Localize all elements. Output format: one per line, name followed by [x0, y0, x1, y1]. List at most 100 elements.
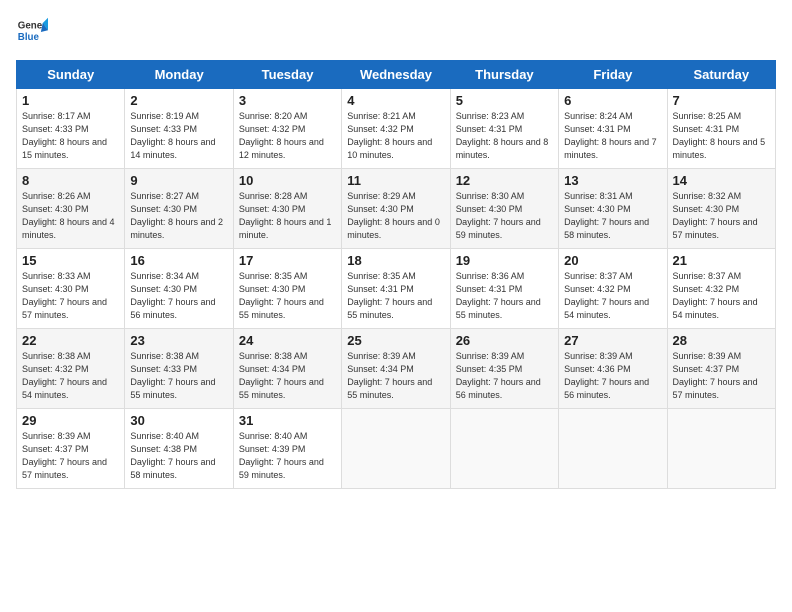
day-info: Sunrise: 8:37 AMSunset: 4:32 PMDaylight:… [673, 270, 770, 322]
day-number: 20 [564, 253, 661, 268]
day-number: 12 [456, 173, 553, 188]
calendar-cell: 8Sunrise: 8:26 AMSunset: 4:30 PMDaylight… [17, 169, 125, 249]
day-info: Sunrise: 8:40 AMSunset: 4:39 PMDaylight:… [239, 430, 336, 482]
calendar-cell: 19Sunrise: 8:36 AMSunset: 4:31 PMDayligh… [450, 249, 558, 329]
calendar-cell: 22 Sunrise: 8:38 AMSunset: 4:32 PMDayligh… [17, 329, 125, 409]
calendar-cell: 15 Sunrise: 8:33 AMSunset: 4:30 PMDayligh… [17, 249, 125, 329]
calendar-cell: 29Sunrise: 8:39 AMSunset: 4:37 PMDayligh… [17, 409, 125, 489]
day-info: Sunrise: 8:39 AMSunset: 4:36 PMDaylight:… [564, 350, 661, 402]
svg-text:Blue: Blue [18, 32, 40, 43]
day-number: 21 [673, 253, 770, 268]
calendar-cell: 25 Sunrise: 8:39 AMSunset: 4:34 PMDayligh… [342, 329, 450, 409]
day-number: 17 [239, 253, 336, 268]
calendar-cell: 24Sunrise: 8:38 AMSunset: 4:34 PMDayligh… [233, 329, 341, 409]
day-number: 23 [130, 333, 227, 348]
day-info: Sunrise: 8:39 AMSunset: 4:34 PMDaylight:… [347, 350, 444, 402]
day-info: Sunrise: 8:23 AMSunset: 4:31 PMDaylight:… [456, 110, 553, 162]
calendar-cell: 14 Sunrise: 8:32 AMSunset: 4:30 PMDayligh… [667, 169, 775, 249]
calendar-cell [450, 409, 558, 489]
day-number: 14 [673, 173, 770, 188]
day-number: 13 [564, 173, 661, 188]
calendar-week-1: 1 Sunrise: 8:17 AMSunset: 4:33 PMDaylight… [17, 89, 776, 169]
day-number: 28 [673, 333, 770, 348]
calendar-cell: 12Sunrise: 8:30 AMSunset: 4:30 PMDayligh… [450, 169, 558, 249]
calendar-cell: 11 Sunrise: 8:29 AMSunset: 4:30 PMDayligh… [342, 169, 450, 249]
calendar-cell [667, 409, 775, 489]
calendar-cell: 17 Sunrise: 8:35 AMSunset: 4:30 PMDayligh… [233, 249, 341, 329]
calendar-week-4: 22 Sunrise: 8:38 AMSunset: 4:32 PMDayligh… [17, 329, 776, 409]
logo: General Blue [16, 16, 48, 48]
day-info: Sunrise: 8:25 AMSunset: 4:31 PMDaylight:… [673, 110, 770, 162]
day-number: 4 [347, 93, 444, 108]
calendar-week-3: 15 Sunrise: 8:33 AMSunset: 4:30 PMDayligh… [17, 249, 776, 329]
day-info: Sunrise: 8:24 AMSunset: 4:31 PMDaylight:… [564, 110, 661, 162]
day-info: Sunrise: 8:31 AMSunset: 4:30 PMDaylight:… [564, 190, 661, 242]
day-number: 30 [130, 413, 227, 428]
calendar-cell: 28 Sunrise: 8:39 AMSunset: 4:37 PMDayligh… [667, 329, 775, 409]
calendar-cell: 18Sunrise: 8:35 AMSunset: 4:31 PMDayligh… [342, 249, 450, 329]
day-number: 1 [22, 93, 119, 108]
day-info: Sunrise: 8:19 AMSunset: 4:33 PMDaylight:… [130, 110, 227, 162]
calendar-cell: 27 Sunrise: 8:39 AMSunset: 4:36 PMDayligh… [559, 329, 667, 409]
calendar-cell: 13 Sunrise: 8:31 AMSunset: 4:30 PMDayligh… [559, 169, 667, 249]
calendar-cell: 6 Sunrise: 8:24 AMSunset: 4:31 PMDaylight… [559, 89, 667, 169]
calendar-cell: 31Sunrise: 8:40 AMSunset: 4:39 PMDayligh… [233, 409, 341, 489]
day-info: Sunrise: 8:39 AMSunset: 4:35 PMDaylight:… [456, 350, 553, 402]
day-info: Sunrise: 8:39 AMSunset: 4:37 PMDaylight:… [673, 350, 770, 402]
day-info: Sunrise: 8:37 AMSunset: 4:32 PMDaylight:… [564, 270, 661, 322]
calendar-week-2: 8Sunrise: 8:26 AMSunset: 4:30 PMDaylight… [17, 169, 776, 249]
day-info: Sunrise: 8:29 AMSunset: 4:30 PMDaylight:… [347, 190, 444, 242]
day-number: 11 [347, 173, 444, 188]
day-info: Sunrise: 8:38 AMSunset: 4:32 PMDaylight:… [22, 350, 119, 402]
day-info: Sunrise: 8:28 AMSunset: 4:30 PMDaylight:… [239, 190, 336, 242]
calendar-cell: 26 Sunrise: 8:39 AMSunset: 4:35 PMDayligh… [450, 329, 558, 409]
day-number: 7 [673, 93, 770, 108]
day-info: Sunrise: 8:20 AMSunset: 4:32 PMDaylight:… [239, 110, 336, 162]
day-number: 2 [130, 93, 227, 108]
day-info: Sunrise: 8:35 AMSunset: 4:31 PMDaylight:… [347, 270, 444, 322]
day-number: 22 [22, 333, 119, 348]
day-number: 15 [22, 253, 119, 268]
day-info: Sunrise: 8:36 AMSunset: 4:31 PMDaylight:… [456, 270, 553, 322]
page-header: General Blue [16, 16, 776, 48]
day-info: Sunrise: 8:26 AMSunset: 4:30 PMDaylight:… [22, 190, 119, 242]
calendar-cell: 1 Sunrise: 8:17 AMSunset: 4:33 PMDaylight… [17, 89, 125, 169]
day-info: Sunrise: 8:32 AMSunset: 4:30 PMDaylight:… [673, 190, 770, 242]
col-header-monday: Monday [125, 61, 233, 89]
day-number: 16 [130, 253, 227, 268]
day-number: 3 [239, 93, 336, 108]
day-info: Sunrise: 8:34 AMSunset: 4:30 PMDaylight:… [130, 270, 227, 322]
calendar-cell: 9Sunrise: 8:27 AMSunset: 4:30 PMDaylight… [125, 169, 233, 249]
col-header-saturday: Saturday [667, 61, 775, 89]
calendar-cell [559, 409, 667, 489]
calendar-cell: 16 Sunrise: 8:34 AMSunset: 4:30 PMDayligh… [125, 249, 233, 329]
day-number: 26 [456, 333, 553, 348]
day-number: 24 [239, 333, 336, 348]
day-number: 25 [347, 333, 444, 348]
calendar-week-5: 29Sunrise: 8:39 AMSunset: 4:37 PMDayligh… [17, 409, 776, 489]
calendar-cell: 10Sunrise: 8:28 AMSunset: 4:30 PMDayligh… [233, 169, 341, 249]
day-info: Sunrise: 8:35 AMSunset: 4:30 PMDaylight:… [239, 270, 336, 322]
logo-icon: General Blue [16, 16, 48, 48]
calendar-cell: 30 Sunrise: 8:40 AMSunset: 4:38 PMDayligh… [125, 409, 233, 489]
day-info: Sunrise: 8:17 AMSunset: 4:33 PMDaylight:… [22, 110, 119, 162]
col-header-tuesday: Tuesday [233, 61, 341, 89]
day-info: Sunrise: 8:38 AMSunset: 4:33 PMDaylight:… [130, 350, 227, 402]
day-number: 6 [564, 93, 661, 108]
day-number: 9 [130, 173, 227, 188]
day-info: Sunrise: 8:40 AMSunset: 4:38 PMDaylight:… [130, 430, 227, 482]
day-number: 27 [564, 333, 661, 348]
col-header-sunday: Sunday [17, 61, 125, 89]
day-info: Sunrise: 8:39 AMSunset: 4:37 PMDaylight:… [22, 430, 119, 482]
day-info: Sunrise: 8:21 AMSunset: 4:32 PMDaylight:… [347, 110, 444, 162]
calendar-cell: 4 Sunrise: 8:21 AMSunset: 4:32 PMDaylight… [342, 89, 450, 169]
day-info: Sunrise: 8:33 AMSunset: 4:30 PMDaylight:… [22, 270, 119, 322]
day-number: 5 [456, 93, 553, 108]
calendar-cell: 2 Sunrise: 8:19 AMSunset: 4:33 PMDaylight… [125, 89, 233, 169]
calendar-cell: 5 Sunrise: 8:23 AMSunset: 4:31 PMDaylight… [450, 89, 558, 169]
calendar-table: SundayMondayTuesdayWednesdayThursdayFrid… [16, 60, 776, 489]
calendar-header-row: SundayMondayTuesdayWednesdayThursdayFrid… [17, 61, 776, 89]
calendar-cell: 20 Sunrise: 8:37 AMSunset: 4:32 PMDayligh… [559, 249, 667, 329]
calendar-cell: 7 Sunrise: 8:25 AMSunset: 4:31 PMDaylight… [667, 89, 775, 169]
calendar-cell: 3 Sunrise: 8:20 AMSunset: 4:32 PMDaylight… [233, 89, 341, 169]
